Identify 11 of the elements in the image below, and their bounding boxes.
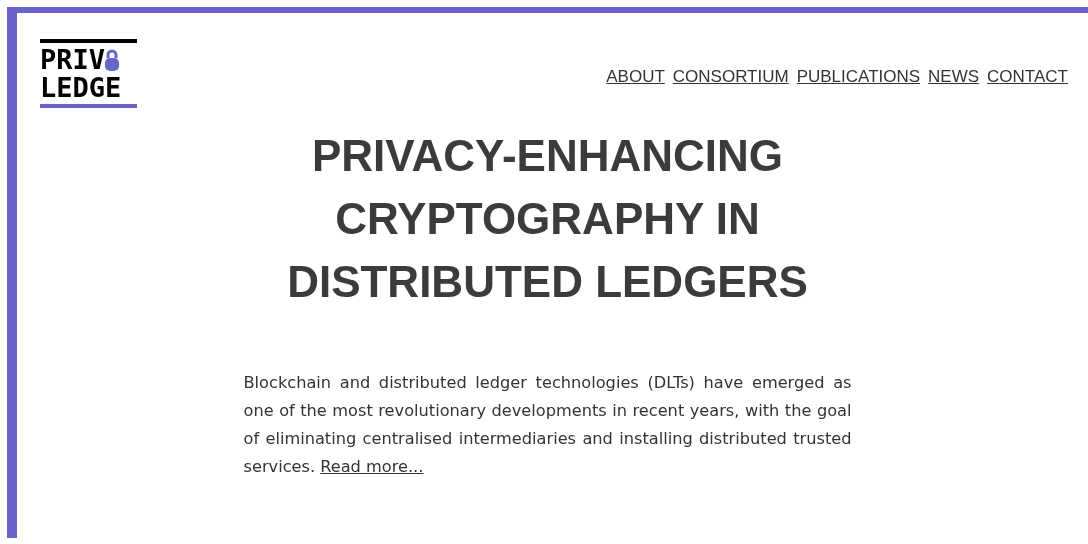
lock-icon — [105, 49, 120, 71]
nav-link[interactable]: NEWS — [928, 64, 980, 90]
read-more-link[interactable]: Read more... — [320, 457, 424, 476]
intro-paragraph: Blockchain and distributed ledger technologies (DLTs) have emerged as one of the most revolutionary developments in recent years, with the goal of eliminating centralised intermediaries and installing distributed trusted services. Read more... — [243, 372, 852, 478]
logo-text: PRIV — [40, 46, 106, 74]
nav-link[interactable]: CONSORTIUM — [672, 64, 789, 90]
page-headline: PRIVACY-ENHANCING CRYPTOGRAPHY IN DISTRIBUTED LEDGERS — [286, 130, 809, 308]
nav-link[interactable]: ABOUT — [606, 64, 665, 90]
logo-text: LEDGE — [40, 74, 123, 102]
nav-link[interactable]: CONTACT — [987, 64, 1068, 90]
nav-link[interactable]: PUBLICATIONS — [796, 64, 921, 90]
